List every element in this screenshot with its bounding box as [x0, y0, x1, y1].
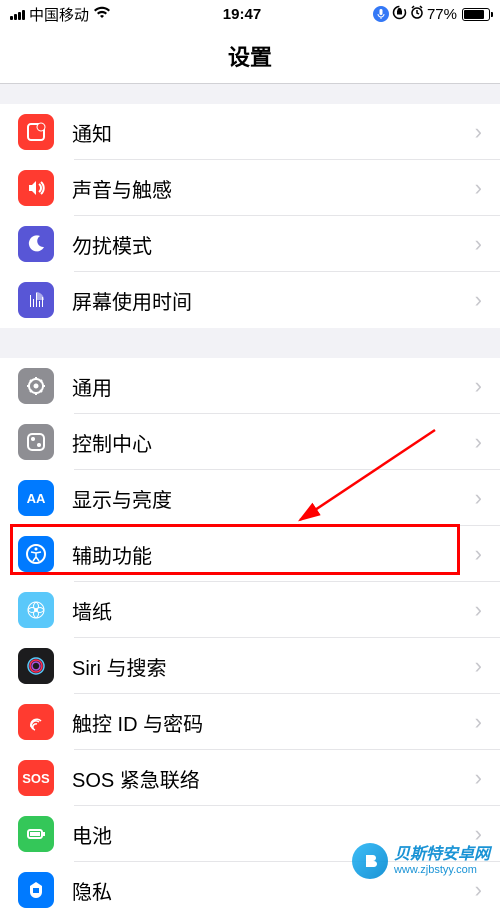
general-icon	[18, 368, 54, 404]
alarm-icon	[410, 5, 424, 23]
row-label: SOS 紧急联络	[72, 764, 475, 793]
chevron-right-icon: ›	[475, 765, 482, 791]
chevron-right-icon: ›	[475, 709, 482, 735]
row-label: 辅助功能	[72, 540, 475, 569]
chevron-right-icon: ›	[475, 175, 482, 201]
chevron-right-icon: ›	[475, 877, 482, 903]
battery-pct: 77%	[427, 6, 457, 23]
wallpaper-icon	[18, 592, 54, 628]
row-wallpaper[interactable]: 墙纸 ›	[0, 582, 500, 638]
status-time: 19:47	[111, 6, 373, 23]
status-bar: 中国移动 19:47 77%	[0, 0, 500, 28]
carrier-label: 中国移动	[29, 4, 89, 25]
row-label: 墙纸	[72, 596, 475, 625]
screentime-icon	[18, 282, 54, 318]
wifi-icon	[93, 6, 111, 23]
row-label: 触控 ID 与密码	[72, 708, 475, 737]
chevron-right-icon: ›	[475, 429, 482, 455]
battery-settings-icon	[18, 816, 54, 852]
orientation-lock-icon	[392, 5, 407, 24]
chevron-right-icon: ›	[475, 541, 482, 567]
sos-icon: SOS	[18, 760, 54, 796]
watermark-icon	[352, 843, 388, 879]
row-label: 声音与触感	[72, 174, 475, 203]
row-accessibility[interactable]: 辅助功能 ›	[0, 526, 500, 582]
battery-icon	[462, 8, 490, 21]
row-label: 屏幕使用时间	[72, 286, 475, 315]
watermark: 贝斯特安卓网 www.zjbstyy.com	[352, 843, 490, 879]
row-sounds[interactable]: 声音与触感 ›	[0, 160, 500, 216]
row-dnd[interactable]: 勿扰模式 ›	[0, 216, 500, 272]
control-center-icon	[18, 424, 54, 460]
row-label: 显示与亮度	[72, 484, 475, 513]
watermark-name: 贝斯特安卓网	[394, 846, 490, 864]
sounds-icon	[18, 170, 54, 206]
row-display[interactable]: AA 显示与亮度 ›	[0, 470, 500, 526]
chevron-right-icon: ›	[475, 231, 482, 257]
dnd-icon	[18, 226, 54, 262]
voice-icon	[373, 6, 389, 22]
row-sos[interactable]: SOS SOS 紧急联络 ›	[0, 750, 500, 806]
row-label: 控制中心	[72, 428, 475, 457]
row-screentime[interactable]: 屏幕使用时间 ›	[0, 272, 500, 328]
svg-text:AA: AA	[27, 491, 46, 506]
settings-group-2: 通用 › 控制中心 › AA 显示与亮度 › 辅助功能 › 墙纸 › Siri …	[0, 358, 500, 918]
chevron-right-icon: ›	[475, 119, 482, 145]
watermark-url: www.zjbstyy.com	[394, 864, 490, 876]
row-touchid[interactable]: 触控 ID 与密码 ›	[0, 694, 500, 750]
row-label: 隐私	[72, 876, 475, 905]
row-siri[interactable]: Siri 与搜索 ›	[0, 638, 500, 694]
chevron-right-icon: ›	[475, 373, 482, 399]
row-label: 通知	[72, 118, 475, 147]
accessibility-icon	[18, 536, 54, 572]
notifications-icon	[18, 114, 54, 150]
status-right: 77%	[373, 5, 490, 24]
settings-group-1: 通知 › 声音与触感 › 勿扰模式 › 屏幕使用时间 ›	[0, 104, 500, 328]
row-label: 勿扰模式	[72, 230, 475, 259]
header: 设置	[0, 28, 500, 84]
row-control-center[interactable]: 控制中心 ›	[0, 414, 500, 470]
touchid-icon	[18, 704, 54, 740]
row-general[interactable]: 通用 ›	[0, 358, 500, 414]
status-left: 中国移动	[10, 4, 111, 25]
chevron-right-icon: ›	[475, 597, 482, 623]
signal-icon	[10, 8, 25, 20]
siri-icon	[18, 648, 54, 684]
chevron-right-icon: ›	[475, 485, 482, 511]
privacy-icon	[18, 872, 54, 908]
row-notifications[interactable]: 通知 ›	[0, 104, 500, 160]
chevron-right-icon: ›	[475, 287, 482, 313]
display-icon: AA	[18, 480, 54, 516]
page-title: 设置	[228, 40, 272, 72]
chevron-right-icon: ›	[475, 653, 482, 679]
row-label: 通用	[72, 372, 475, 401]
row-label: Siri 与搜索	[72, 652, 475, 681]
